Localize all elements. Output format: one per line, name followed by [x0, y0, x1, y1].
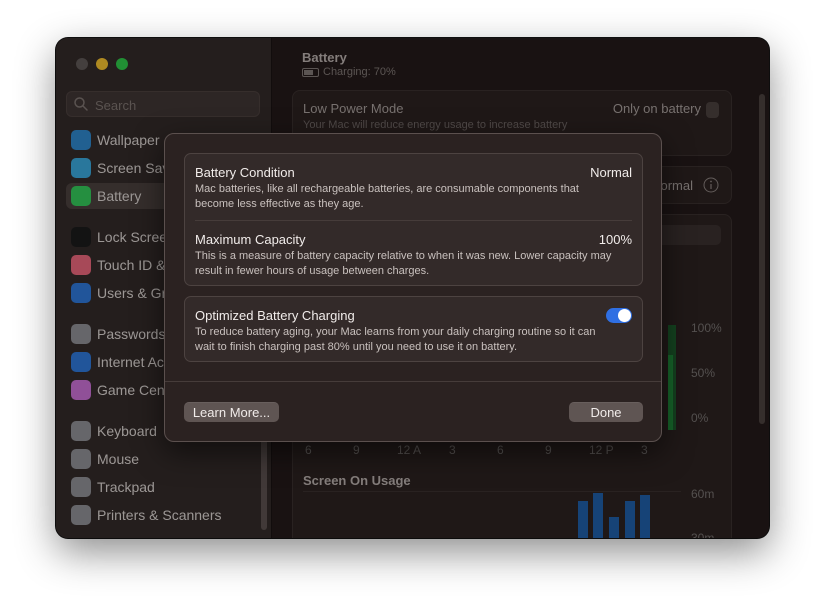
maximum-capacity-desc: This is a measure of battery capacity re… [195, 250, 612, 277]
optimized-charging-toggle[interactable] [606, 308, 632, 323]
battery-condition-value: Normal [590, 165, 632, 180]
maximum-capacity-value: 100% [598, 232, 632, 247]
battery-health-group: Battery Condition Normal Mac batteries, … [184, 153, 643, 286]
learn-more-button[interactable]: Learn More... [184, 402, 279, 422]
dialog-footer-divider [165, 381, 661, 382]
group-divider [195, 220, 632, 221]
optimized-charging-group: Optimized Battery Charging To reduce bat… [184, 296, 643, 362]
optimized-charging-desc: To reduce battery aging, your Mac learns… [195, 326, 596, 353]
optimized-charging-label: Optimized Battery Charging [195, 308, 355, 323]
battery-health-dialog: Battery Condition Normal Mac batteries, … [164, 133, 662, 442]
maximum-capacity-label: Maximum Capacity [195, 232, 306, 247]
battery-condition-desc: Mac batteries, like all rechargeable bat… [195, 183, 579, 210]
done-button[interactable]: Done [569, 402, 643, 422]
battery-condition-label: Battery Condition [195, 165, 295, 180]
toggle-knob [618, 309, 631, 322]
